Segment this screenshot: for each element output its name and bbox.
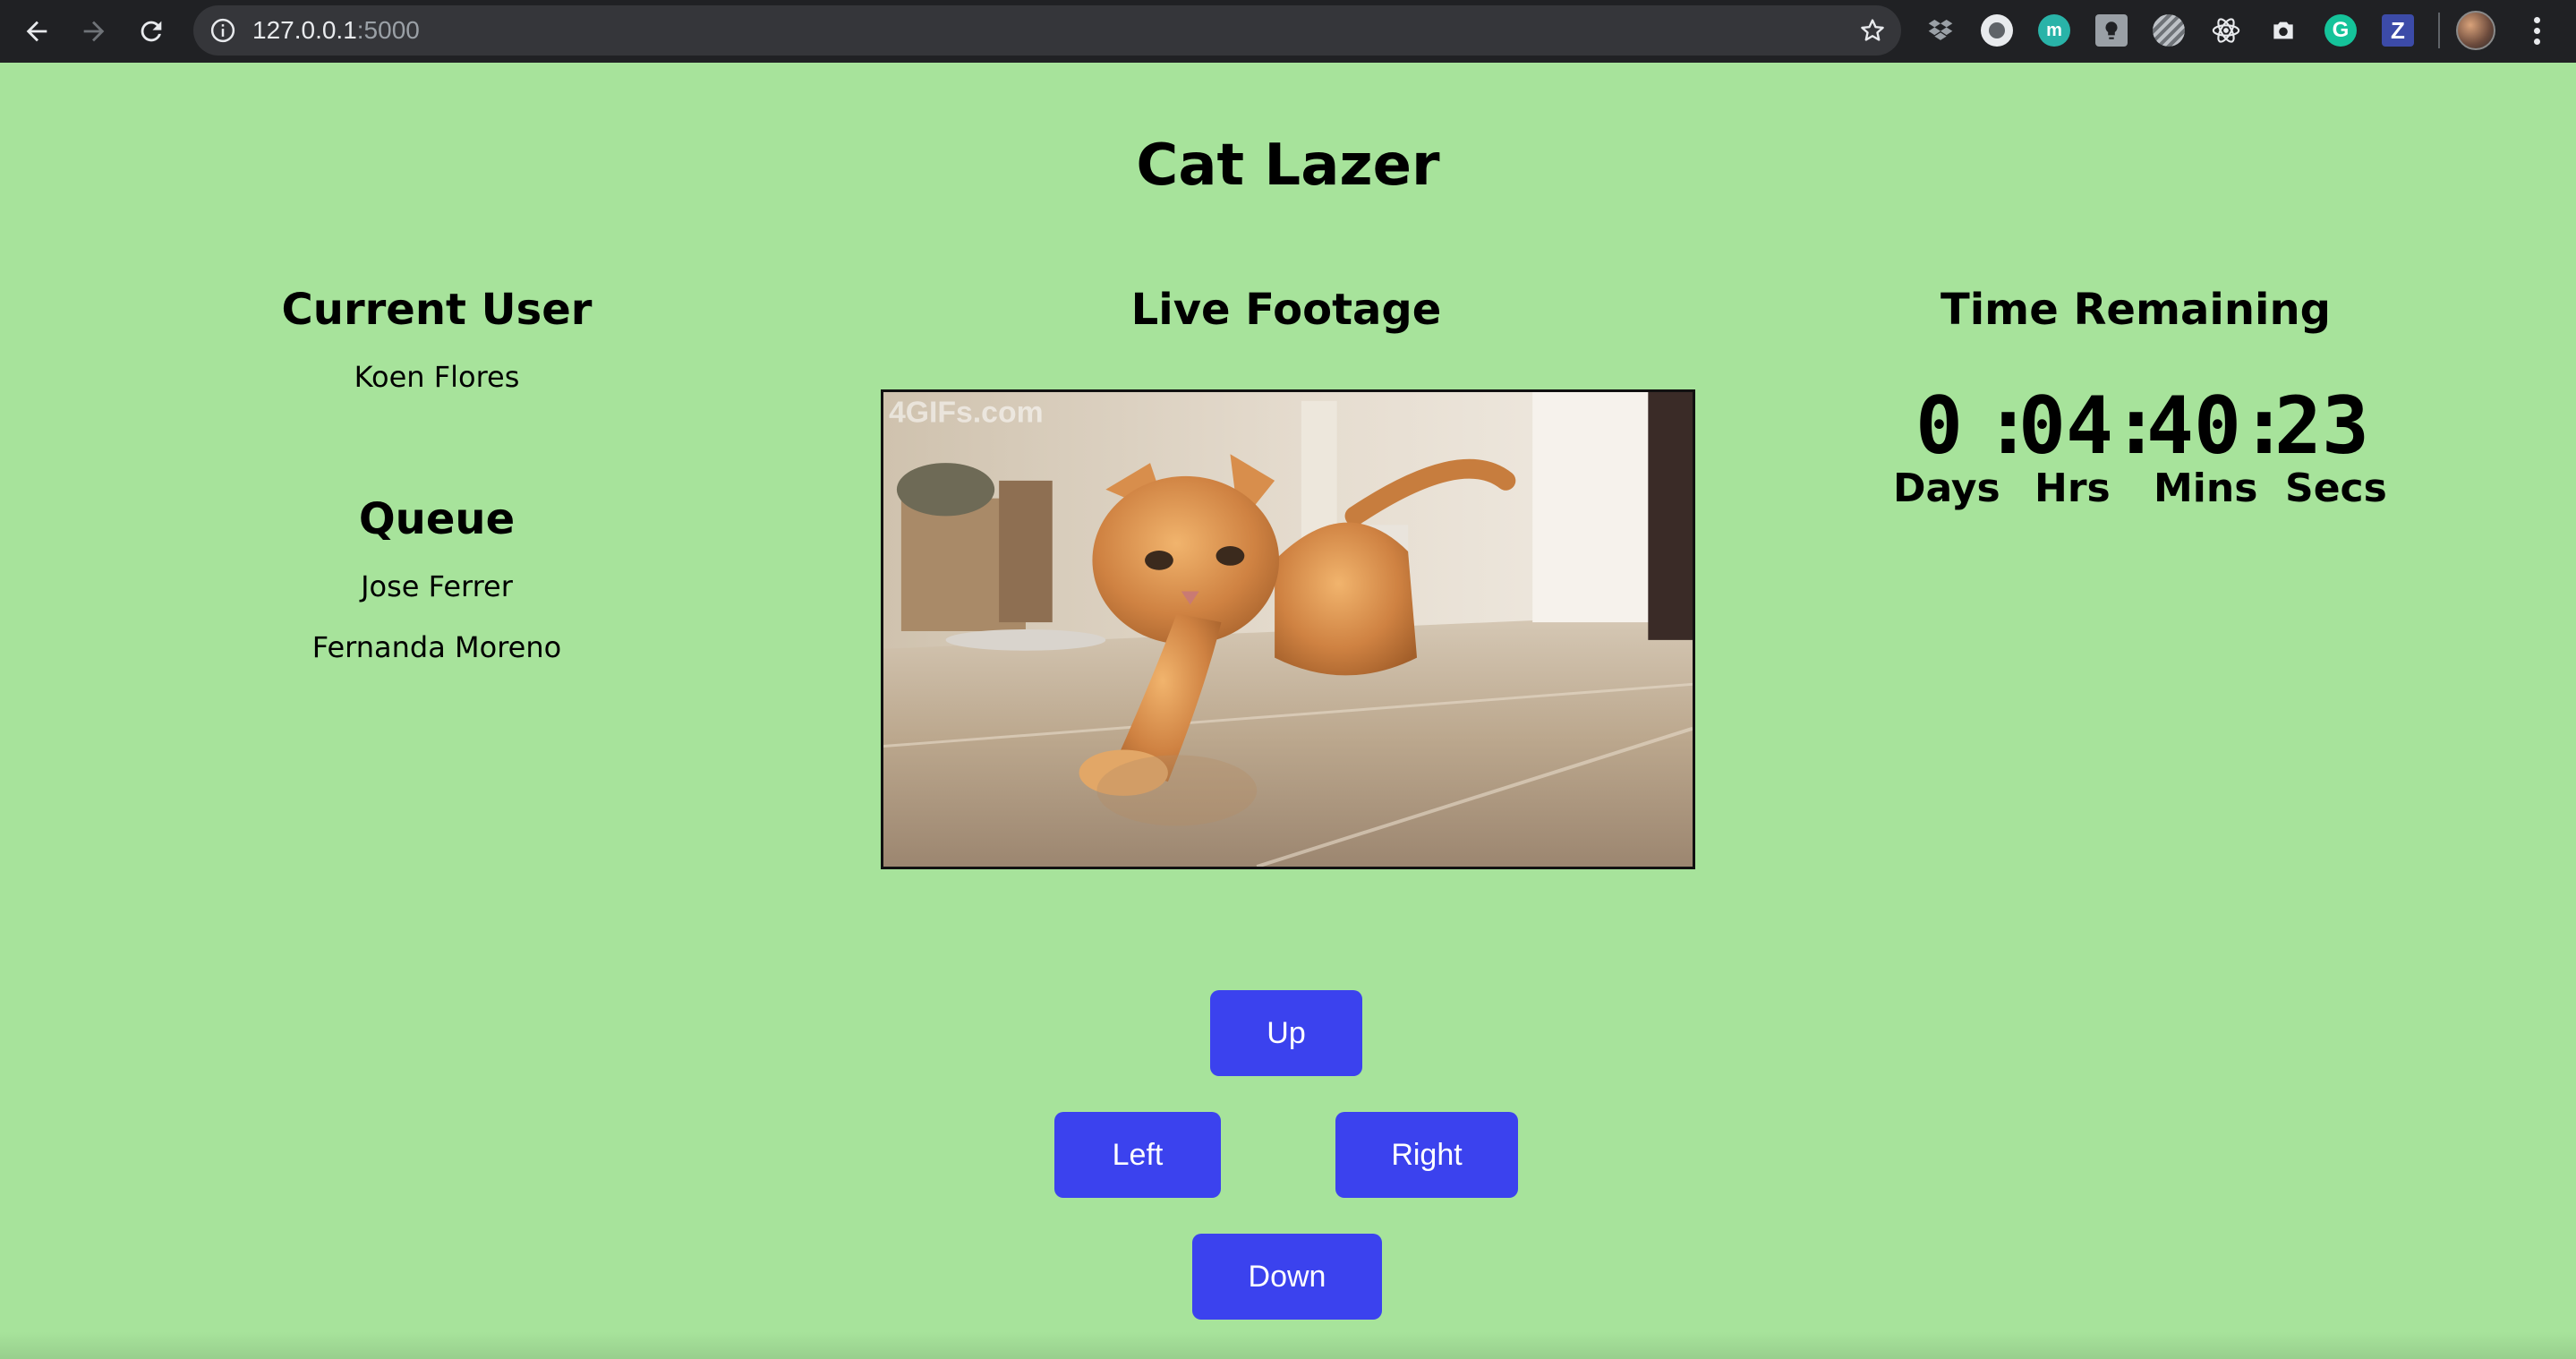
left-button[interactable]: Left	[1054, 1112, 1221, 1198]
down-button[interactable]: Down	[1192, 1234, 1382, 1320]
bookmark-star-icon[interactable]	[1858, 16, 1887, 45]
live-footage-heading: Live Footage	[1130, 285, 1442, 335]
reload-button[interactable]	[129, 9, 174, 54]
striped-circle-icon[interactable]	[2153, 14, 2185, 47]
timer-seconds-label: Secs	[2285, 466, 2387, 511]
lightbulb-icon[interactable]	[2095, 14, 2128, 47]
toolbar-divider	[2438, 13, 2440, 48]
circle-record-icon[interactable]	[1981, 14, 2013, 47]
footage-watermark: 4GIFs.com	[889, 397, 1044, 430]
live-footage-video: 4GIFs.com	[881, 389, 1695, 869]
right-button[interactable]: Right	[1335, 1112, 1518, 1198]
footage-panel: Live Footage	[839, 285, 1734, 335]
arrow-right-icon	[83, 21, 105, 42]
queue-heading: Queue	[358, 494, 516, 544]
camera-icon[interactable]	[2267, 14, 2299, 47]
arrow-left-icon	[26, 21, 47, 42]
url-host: 127.0.0.1	[252, 16, 357, 44]
up-button[interactable]: Up	[1210, 990, 1362, 1076]
timer-minutes-label: Mins	[2154, 466, 2258, 511]
time-remaining-heading: Time Remaining	[1940, 285, 2331, 335]
queue-item: Fernanda Moreno	[311, 630, 562, 664]
page-title: Cat Lazer	[1136, 132, 1440, 199]
current-user-heading: Current User	[281, 285, 593, 335]
grammarly-icon[interactable]: G	[2324, 14, 2357, 47]
queue-item: Jose Ferrer	[361, 569, 513, 603]
dropbox-icon[interactable]	[1924, 14, 1957, 47]
user-panel: Current User Koen Flores Queue Jose Ferr…	[168, 285, 705, 664]
timer-days-label: Days	[1893, 466, 2000, 511]
profile-avatar[interactable]	[2456, 11, 2495, 50]
url-port: :5000	[356, 16, 420, 44]
url-text[interactable]: 127.0.0.1:5000	[252, 5, 420, 56]
timer-hours-value: 04	[2018, 380, 2113, 472]
browser-menu-icon[interactable]	[2521, 11, 2553, 50]
teal-m-icon[interactable]: m	[2038, 14, 2070, 47]
timer-hours-label: Hrs	[2034, 466, 2111, 511]
timer-panel: Time Remaining	[1778, 285, 2494, 335]
window-bottom-edge	[0, 1332, 2576, 1359]
timer-days-value: 0	[1915, 380, 1963, 472]
current-user-name: Koen Flores	[354, 360, 520, 394]
react-atom-icon[interactable]	[2210, 14, 2242, 47]
address-bar[interactable]: 127.0.0.1:5000	[193, 5, 1901, 56]
timer-minutes-value: 40	[2146, 380, 2241, 472]
reload-icon	[141, 21, 162, 42]
info-icon[interactable]	[209, 17, 236, 44]
browser-toolbar: 127.0.0.1:5000 m G Z	[0, 0, 2576, 63]
timer-seconds-value: 23	[2274, 380, 2369, 472]
cat-footage-image: 4GIFs.com	[883, 392, 1693, 867]
forward-button[interactable]	[72, 9, 116, 54]
z-icon[interactable]: Z	[2382, 14, 2414, 47]
back-button[interactable]	[14, 9, 59, 54]
